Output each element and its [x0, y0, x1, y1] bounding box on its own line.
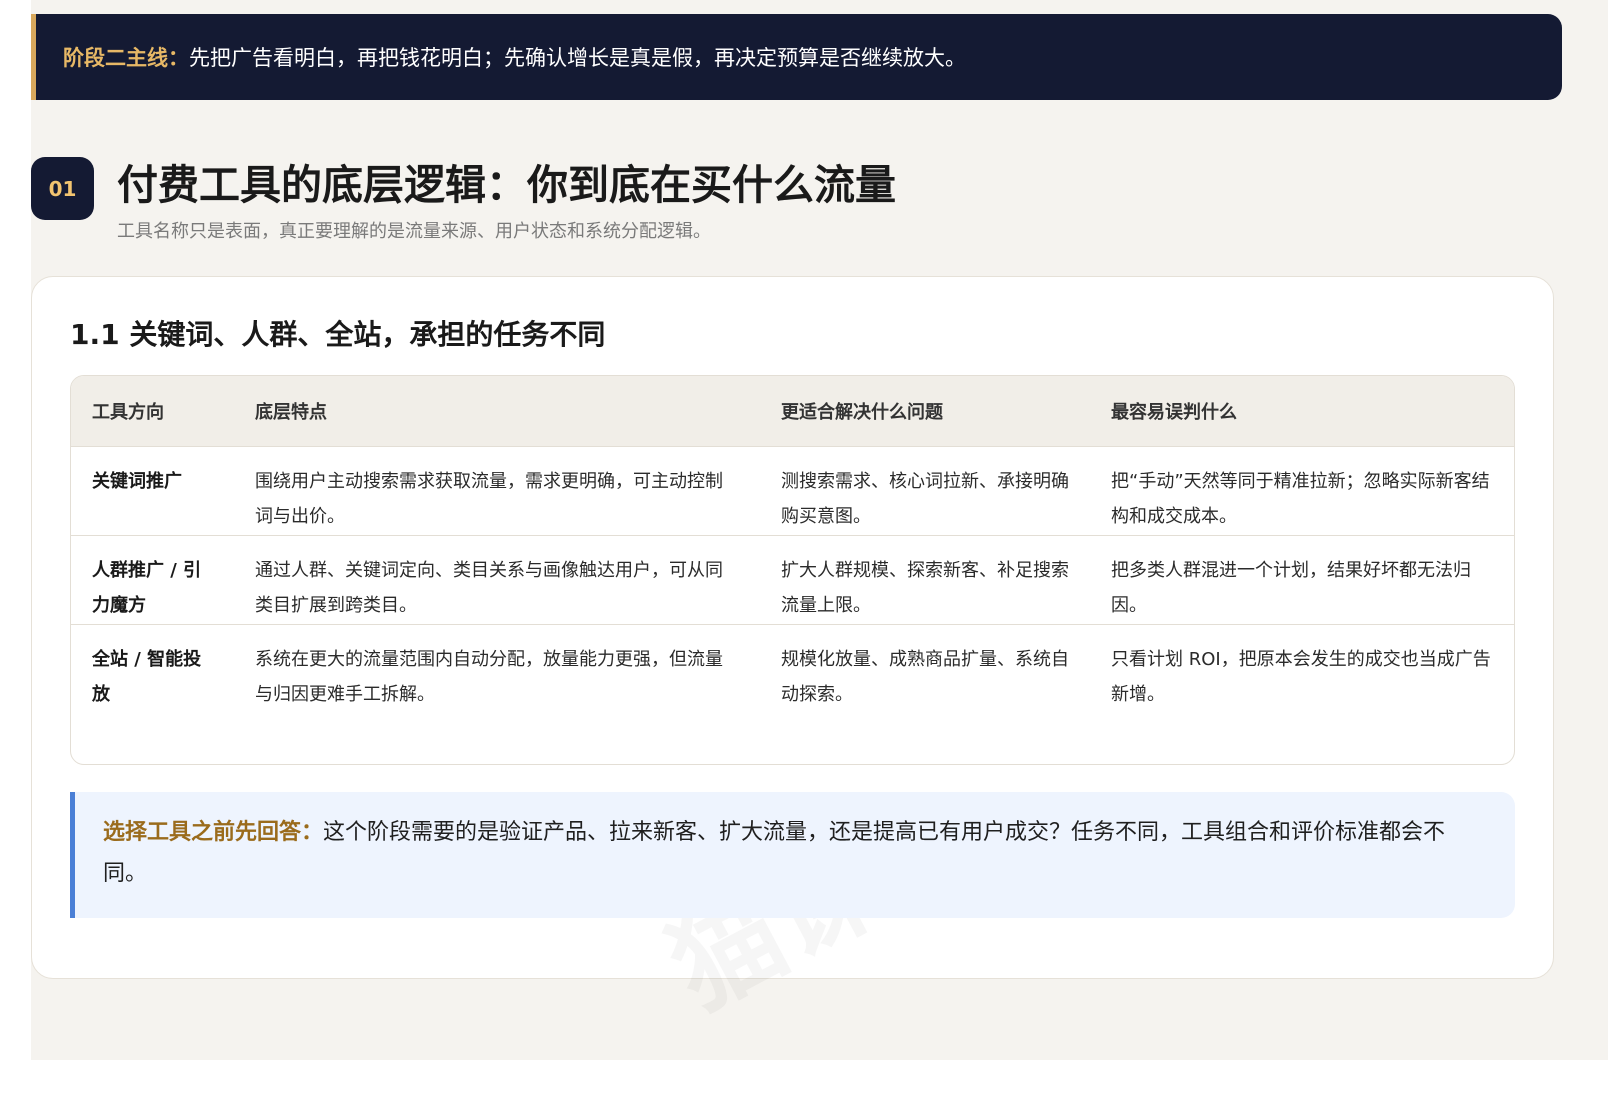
tip-callout: 选择工具之前先回答：这个阶段需要的是验证产品、拉来新客、扩大流量，还是提高已有用… — [70, 792, 1515, 918]
callout-lead: 选择工具之前先回答： — [103, 820, 324, 845]
table-cell-best-for: 扩大人群规模、探索新客、补足搜索流量上限。 — [760, 535, 1090, 625]
table-cell-tool: 关键词推广 — [71, 446, 234, 536]
table-row: 关键词推广 围绕用户主动搜索需求获取流量，需求更明确，可主动控制词与出价。 测搜… — [71, 446, 1514, 536]
stage-banner: 阶段二主线： 先把广告看明白，再把钱花明白；先确认增长是真是假，再决定预算是否继… — [31, 14, 1562, 100]
banner-text: 先把广告看明白，再把钱花明白；先确认增长是真是假，再决定预算是否继续放大。 — [189, 46, 966, 70]
table-cell-best-for: 规模化放量、成熟商品扩量、系统自动探索。 — [781, 649, 1069, 705]
table-cell-misjudgment: 把多类人群混进一个计划，结果好坏都无法归因。 — [1090, 535, 1514, 625]
tool-comparison-table: 工具方向 底层特点 更适合解决什么问题 最容易误判什么 关键词推广 围绕用户主动… — [70, 375, 1515, 765]
section-number-badge: 01 — [31, 157, 94, 220]
table-cell-traits: 围绕用户主动搜索需求获取流量，需求更明确，可主动控制词与出价。 — [234, 446, 760, 536]
header-common-misjudgment: 最容易误判什么 — [1090, 376, 1514, 447]
header-tool-direction: 工具方向 — [71, 376, 234, 447]
table-cell-tool: 人群推广 / 引力魔方 — [71, 535, 234, 625]
table-cell-traits: 系统在更大的流量范围内自动分配，放量能力更强，但流量与归因更难手工拆解。 — [255, 649, 723, 705]
header-best-for: 更适合解决什么问题 — [760, 376, 1090, 447]
table-cell-misjudgment: 只看计划 ROI，把原本会发生的成交也当成广告新增。 — [1111, 649, 1491, 705]
section-title: 付费工具的底层逻辑：你到底在买什么流量 — [117, 161, 896, 209]
header-underlying-traits: 底层特点 — [234, 376, 760, 447]
table-row: 全站 / 智能投放 系统在更大的流量范围内自动分配，放量能力更强，但流量与归因更… — [71, 625, 1514, 714]
content-card: 1.1 关键词、人群、全站，承担的任务不同 工具方向 底层特点 更适合解决什么问… — [31, 276, 1554, 979]
table-row: 人群推广 / 引力魔方 通过人群、关键词定向、类目关系与画像触达用户，可从同类目… — [71, 535, 1514, 625]
table-cell-tool: 全站 / 智能投放 — [92, 649, 202, 705]
section-subtitle: 工具名称只是表面，真正要理解的是流量来源、用户状态和系统分配逻辑。 — [117, 221, 711, 242]
table-cell-best-for: 测搜索需求、核心词拉新、承接明确购买意图。 — [760, 446, 1090, 536]
banner-lead: 阶段二主线： — [63, 46, 189, 70]
table-header-row: 工具方向 底层特点 更适合解决什么问题 最容易误判什么 — [71, 376, 1514, 447]
table-cell-traits: 通过人群、关键词定向、类目关系与画像触达用户，可从同类目扩展到跨类目。 — [234, 535, 760, 625]
card-heading: 1.1 关键词、人群、全站，承担的任务不同 — [70, 318, 606, 351]
table-cell-misjudgment: 把“手动”天然等同于精准拉新；忽略实际新客结构和成交成本。 — [1090, 446, 1514, 536]
